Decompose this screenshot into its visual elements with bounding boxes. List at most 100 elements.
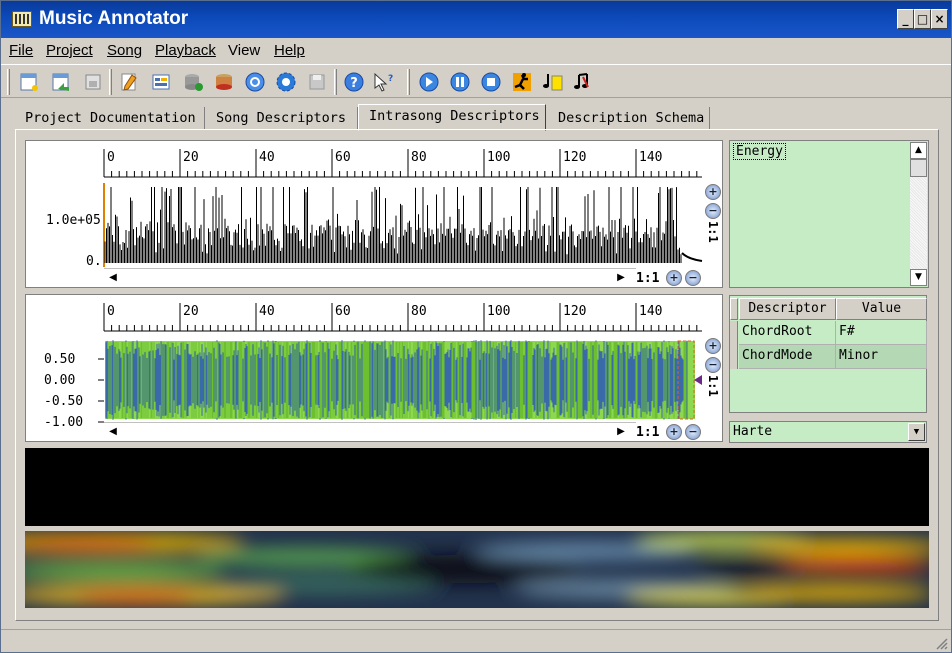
descriptor-list-vscroll[interactable]: ▲ ▼: [910, 142, 927, 286]
settings-icon[interactable]: [275, 71, 297, 93]
wave-x-tick-label: 140: [639, 304, 662, 319]
zoom-in-icon[interactable]: +: [705, 184, 721, 200]
energy-x-tick-label: 140: [639, 150, 662, 165]
tab-description-schema[interactable]: Description Schema: [548, 107, 710, 130]
menu-song[interactable]: Song: [107, 42, 142, 59]
zoom-out-icon[interactable]: −: [685, 270, 701, 286]
waveform-hscroll[interactable]: ◀ ▶: [104, 422, 636, 440]
energy-series: [104, 187, 682, 263]
toolbar-separator: [407, 69, 410, 95]
waveform-zoom-ratio: 1:1: [636, 425, 660, 440]
energy-zoom-ratio: 1:1: [636, 271, 660, 286]
scroll-left-arrow[interactable]: ◀: [106, 270, 120, 285]
table-cell-descriptor[interactable]: ChordRoot: [739, 321, 836, 345]
scroll-thumb[interactable]: [910, 159, 927, 177]
energy-y-tick-label: 1.0e+05: [46, 213, 101, 228]
pause-icon[interactable]: [449, 71, 471, 93]
zoom-out-icon[interactable]: −: [705, 203, 721, 219]
toolbar-separator: [109, 69, 112, 95]
schema-dropdown[interactable]: Harte ▼: [729, 421, 927, 443]
wave-x-tick-label: 80: [411, 304, 427, 319]
waveform-v-ratio: 1:1: [706, 375, 720, 397]
table-cell-value[interactable]: Minor: [836, 345, 927, 369]
scroll-right-arrow[interactable]: ▶: [614, 424, 628, 439]
tab-song-descriptors[interactable]: Song Descriptors: [206, 107, 358, 130]
whats-this-icon[interactable]: ?: [371, 71, 393, 93]
wave-x-tick-label: 60: [335, 304, 351, 319]
table-cell-descriptor[interactable]: ChordMode: [739, 345, 836, 369]
scroll-left-arrow[interactable]: ◀: [106, 424, 120, 439]
remove-song-icon[interactable]: [213, 71, 235, 93]
close-button[interactable]: ×: [931, 9, 948, 29]
waveform-plot[interactable]: 0 20 40 60 80 100 120 140 0.50 0.00 -0.50 -1.00 ◀ ▶…: [25, 294, 723, 442]
zoom-in-icon[interactable]: +: [666, 270, 682, 286]
menu-view[interactable]: View: [228, 42, 260, 59]
status-bar: [1, 629, 951, 653]
chromagram-view[interactable]: [25, 531, 929, 608]
wave-x-tick-label: 120: [563, 304, 586, 319]
wave-x-tick-label: 20: [183, 304, 199, 319]
zoom-out-icon[interactable]: −: [705, 357, 721, 373]
menu-project[interactable]: Project: [46, 42, 93, 59]
energy-x-tick-label: 40: [259, 150, 275, 165]
descriptor-list-item-energy[interactable]: Energy: [733, 143, 786, 160]
playhead-arrow: [694, 375, 702, 385]
column-header-descriptor[interactable]: Descriptor: [739, 298, 836, 320]
svg-text:?: ?: [350, 76, 358, 91]
zoom-out-icon[interactable]: −: [685, 424, 701, 440]
wave-x-tick-label: 100: [487, 304, 510, 319]
stop-icon[interactable]: [480, 71, 502, 93]
title-bar[interactable]: Music Annotator _ □ ×: [1, 1, 951, 38]
tab-intrasong-descriptors[interactable]: Intrasong Descriptors: [358, 104, 546, 131]
chromagram-canvas: [25, 531, 929, 608]
scroll-down-arrow[interactable]: ▼: [910, 269, 927, 286]
energy-plot[interactable]: 0 20 40 60 80 100 120 140 1.0e+05 0. ◀ ▶ 1:1 + − …: [25, 140, 723, 288]
refresh-icon[interactable]: [244, 71, 266, 93]
wave-y-tick-label: -1.00: [44, 415, 83, 430]
energy-tail: [681, 252, 703, 262]
zoom-in-icon[interactable]: +: [666, 424, 682, 440]
resize-grip-icon[interactable]: [934, 636, 948, 650]
edit-icon[interactable]: [118, 71, 140, 93]
minimize-button[interactable]: _: [897, 9, 914, 29]
wave-y-tick-label: 0.00: [44, 373, 75, 388]
energy-plot-canvas: 0 20 40 60 80 100 120 140 1.0e+05 0.: [46, 149, 703, 269]
wave-y-tick-label: -0.50: [44, 394, 83, 409]
table-cell-value[interactable]: F#: [836, 321, 927, 345]
descriptor-list[interactable]: Energy ▲ ▼: [729, 140, 929, 288]
tab-project-documentation[interactable]: Project Documentation: [15, 107, 205, 130]
energy-x-tick-label: 80: [411, 150, 427, 165]
new-project-icon[interactable]: [18, 71, 40, 93]
play-icon[interactable]: [418, 71, 440, 93]
save-icon[interactable]: [306, 71, 328, 93]
menu-file[interactable]: File: [9, 42, 33, 59]
add-song-icon[interactable]: [182, 71, 204, 93]
app-icon: [12, 11, 32, 27]
energy-x-tick-label: 60: [335, 150, 351, 165]
menu-bar: File Project Song Playback View Help: [1, 38, 951, 63]
wave-x-tick-label: 40: [259, 304, 275, 319]
chevron-down-icon[interactable]: ▼: [908, 423, 925, 441]
menu-playback[interactable]: Playback: [155, 42, 216, 59]
properties-icon[interactable]: [150, 71, 172, 93]
column-header-value[interactable]: Value: [836, 298, 927, 320]
scroll-right-arrow[interactable]: ▶: [614, 270, 628, 285]
wave-x-tick-label: 0: [107, 304, 115, 319]
zoom-in-icon[interactable]: +: [705, 338, 721, 354]
segment-view[interactable]: [25, 448, 929, 526]
save-project-icon[interactable]: [82, 71, 104, 93]
scroll-up-arrow[interactable]: ▲: [910, 142, 927, 159]
menu-help[interactable]: Help: [274, 42, 305, 59]
energy-hscroll[interactable]: ◀ ▶: [104, 268, 636, 286]
schema-dropdown-value: Harte: [733, 424, 773, 439]
maximize-button[interactable]: □: [914, 9, 931, 29]
note-view-icon[interactable]: [542, 71, 564, 93]
wave-y-tick-label: 0.50: [44, 352, 75, 367]
open-project-icon[interactable]: [50, 71, 72, 93]
toolbar: ? ?: [1, 64, 951, 98]
music-icon[interactable]: [573, 71, 595, 93]
toolbar-grip[interactable]: [7, 69, 10, 95]
help-icon[interactable]: ?: [343, 71, 365, 93]
runner-icon[interactable]: [511, 71, 533, 93]
descriptor-table: Descriptor Value ChordRoot F# ChordMode …: [729, 295, 927, 413]
